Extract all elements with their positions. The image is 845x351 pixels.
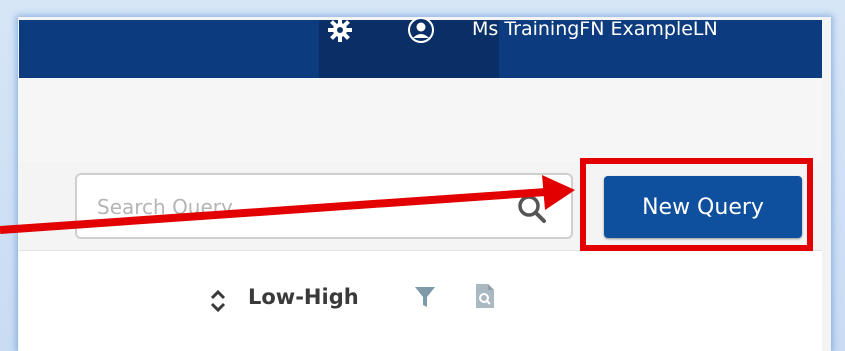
page-subheader	[19, 78, 822, 163]
highlight-box	[580, 158, 813, 251]
user-name[interactable]: Ms TrainingFN ExampleLN	[472, 18, 718, 40]
user-avatar-icon[interactable]	[408, 17, 434, 43]
magnifier-icon[interactable]	[515, 192, 549, 226]
search-input[interactable]	[95, 191, 519, 223]
gear-icon[interactable]	[328, 18, 352, 42]
search-box[interactable]	[75, 173, 573, 239]
document-search-icon[interactable]	[474, 283, 496, 309]
sort-order-label[interactable]: Low-High	[248, 285, 359, 309]
filter-icon[interactable]	[413, 285, 437, 309]
sort-updown-icon[interactable]	[210, 289, 226, 313]
